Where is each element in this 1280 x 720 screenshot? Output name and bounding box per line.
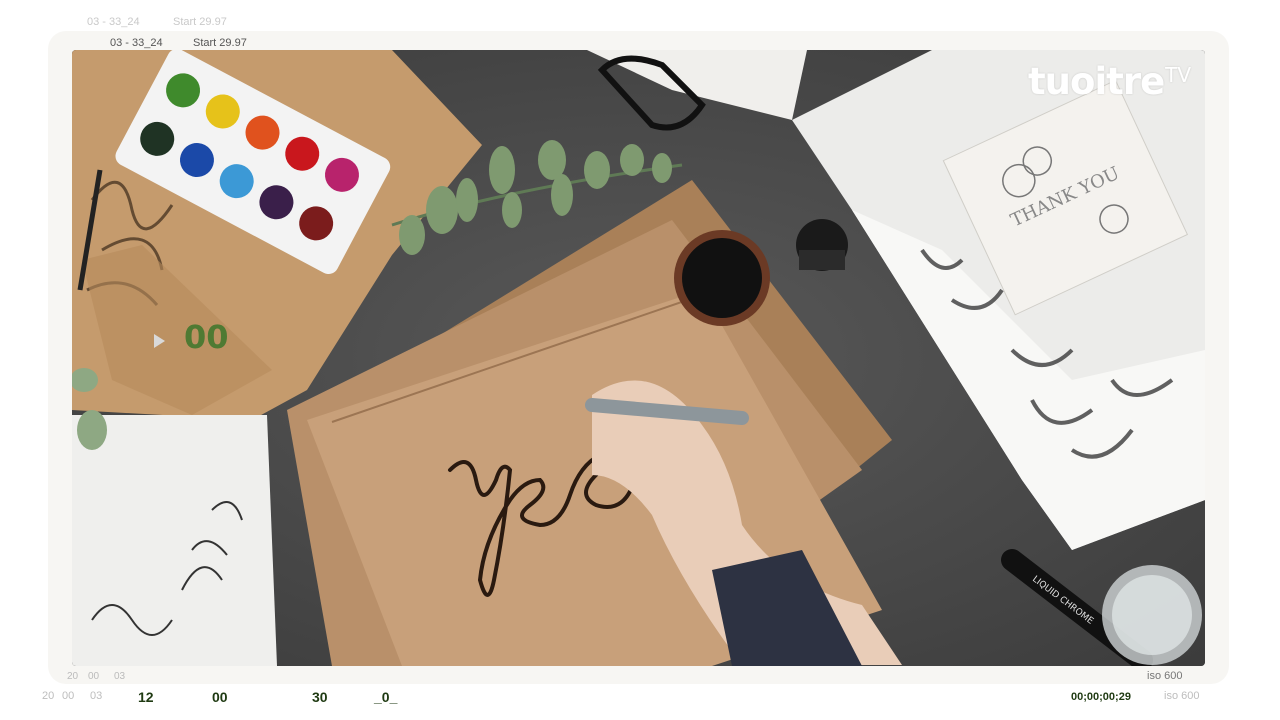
bottom-marker-4: _0_ — [374, 689, 398, 705]
timecode: 00;00;00;29 — [1071, 691, 1131, 703]
ghost-clip-code: 03 - 33_24 — [87, 16, 140, 28]
play-icon[interactable] — [154, 334, 165, 348]
clip-code: 03 - 33_24 — [110, 37, 163, 49]
bottom-small-3: 03 — [90, 690, 103, 702]
iso-label-inner: iso 600 — [1147, 670, 1183, 682]
video-still[interactable]: THANK YOU LIQUID CHROME — [72, 50, 1205, 666]
bottom-marker-2: 00 — [212, 689, 228, 705]
small-readout-2: 00 — [88, 671, 100, 682]
desk-scene: THANK YOU LIQUID CHROME — [72, 50, 1205, 666]
bottom-small-2: 00 — [62, 690, 75, 702]
iso-label-outer: iso 600 — [1164, 690, 1200, 702]
bottom-marker-3: 30 — [312, 689, 328, 705]
small-readout-1: 20 — [67, 671, 79, 682]
ghost-start-label: Start 29.97 — [173, 16, 227, 28]
counter-readout: 00 — [184, 318, 229, 356]
small-readout-3: 03 — [114, 671, 126, 682]
clip-start-label: Start 29.97 — [193, 37, 247, 49]
channel-logo: tuoitreTV — [1028, 60, 1192, 103]
white-paper-left — [72, 415, 277, 666]
bottom-marker-1: 12 — [138, 689, 154, 705]
bottom-small-1: 20 — [42, 690, 55, 702]
